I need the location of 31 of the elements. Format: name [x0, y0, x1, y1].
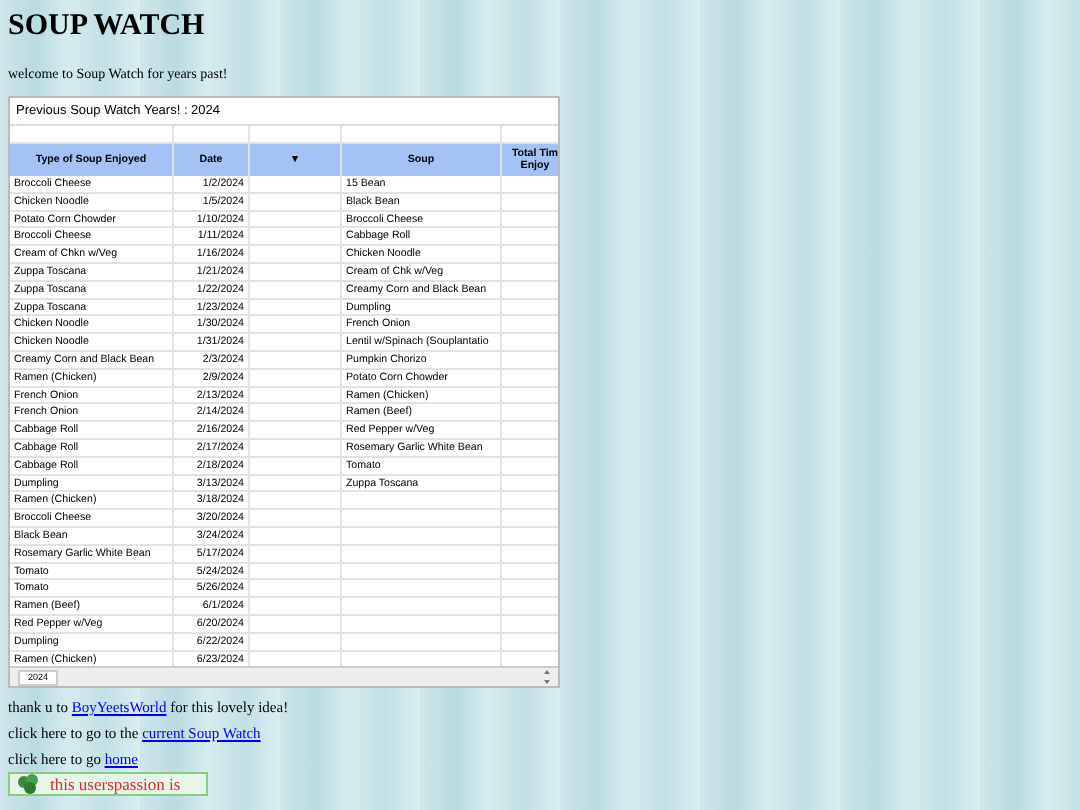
table-cell — [250, 369, 342, 388]
table-cell — [250, 228, 342, 247]
table-cell — [250, 457, 342, 476]
table-cell — [250, 510, 342, 528]
table-cell — [250, 281, 342, 300]
table-cell — [250, 422, 342, 440]
table-cell — [250, 615, 342, 634]
table-cell — [250, 246, 342, 264]
table-cell — [250, 351, 342, 370]
table-cell — [250, 387, 342, 405]
table-cell — [250, 492, 342, 511]
badge-text: this userspassion is — [50, 774, 181, 794]
table-cell — [250, 580, 342, 599]
scroll-arrows-icon[interactable] — [544, 670, 550, 684]
table-cell — [250, 316, 342, 335]
table-cell — [250, 563, 342, 581]
table-cell — [250, 633, 342, 652]
table-cell — [250, 598, 342, 616]
table-cell — [250, 404, 342, 423]
table-cell — [250, 263, 342, 282]
table-cell — [250, 176, 342, 194]
table-cell — [250, 334, 342, 352]
table-cell — [250, 193, 342, 212]
table-cell — [250, 439, 342, 458]
table-cell — [250, 299, 342, 317]
table-cell — [250, 545, 342, 564]
page-title: SOUP WATCH — [8, 8, 207, 46]
passion-badge[interactable]: this userspassion is — [8, 772, 208, 796]
table-cell — [250, 211, 342, 229]
table-cell — [250, 527, 342, 546]
table-cell — [250, 475, 342, 493]
